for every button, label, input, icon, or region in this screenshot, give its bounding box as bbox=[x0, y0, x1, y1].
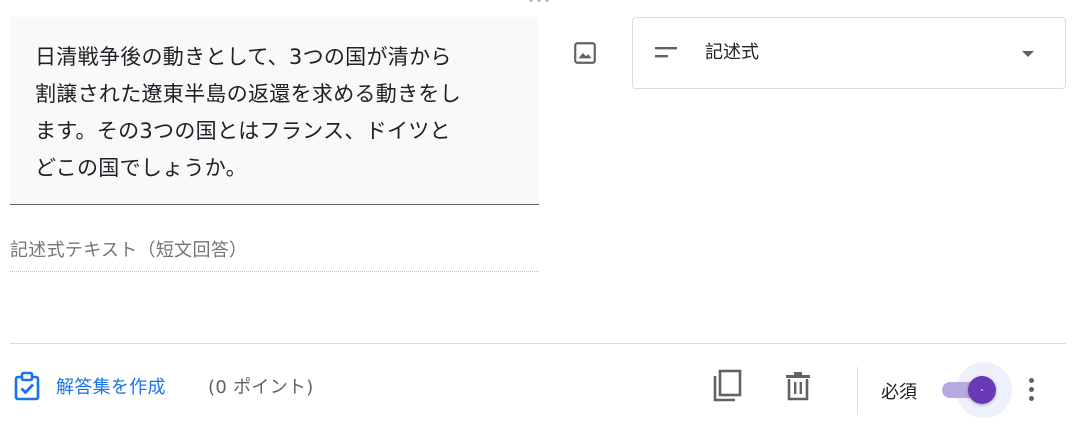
question-text[interactable]: 日清戦争後の動きとして、3つの国が清から 割譲された遼東半島の返還を求める動きを… bbox=[35, 39, 525, 187]
chevron-down-icon bbox=[1022, 51, 1034, 57]
trash-icon bbox=[786, 372, 810, 401]
points-label: (0 ポイント) bbox=[208, 377, 314, 398]
answer-key-label: 解答集を作成 bbox=[56, 377, 166, 398]
question-card: 日清戦争後の動きとして、3つの国が清から 割譲された遼東半島の返還を求める動きを… bbox=[0, 0, 1078, 423]
footer-vertical-divider bbox=[857, 367, 858, 415]
question-type-select[interactable]: 記述式 bbox=[632, 17, 1066, 89]
question-line: 日清戦争後の動きとして、3つの国が清から bbox=[35, 45, 452, 69]
toggle-knob-dot bbox=[981, 389, 983, 391]
short-text-icon bbox=[655, 47, 677, 58]
footer-divider bbox=[10, 343, 1066, 344]
image-icon bbox=[574, 42, 596, 64]
more-vert-icon bbox=[1028, 377, 1034, 383]
question-type-label: 記述式 bbox=[705, 42, 759, 63]
short-answer-preview: 記述式テキスト（短文回答） bbox=[10, 234, 539, 272]
assignment-check-icon bbox=[14, 371, 40, 401]
answer-key-button[interactable]: 解答集を作成 bbox=[12, 370, 166, 402]
duplicate-button[interactable] bbox=[710, 368, 746, 404]
add-image-button[interactable] bbox=[570, 38, 600, 68]
required-label: 必須 bbox=[881, 382, 917, 403]
question-title-field[interactable]: 日清戦争後の動きとして、3つの国が清から 割譲された遼東半島の返還を求める動きを… bbox=[10, 17, 539, 205]
delete-button[interactable] bbox=[780, 368, 816, 404]
question-line: 割譲された遼東半島の返還を求める動きをし bbox=[35, 82, 461, 106]
copy-icon bbox=[713, 369, 742, 402]
question-line: どこの国でしょうか。 bbox=[35, 156, 247, 180]
more-options-button[interactable] bbox=[1016, 371, 1046, 407]
short-answer-placeholder: 記述式テキスト（短文回答） bbox=[10, 240, 248, 261]
drag-handle-icon[interactable] bbox=[525, 0, 553, 6]
required-toggle[interactable] bbox=[940, 362, 1012, 418]
question-line: ます。その3つの国とはフランス、ドイツと bbox=[35, 119, 451, 143]
